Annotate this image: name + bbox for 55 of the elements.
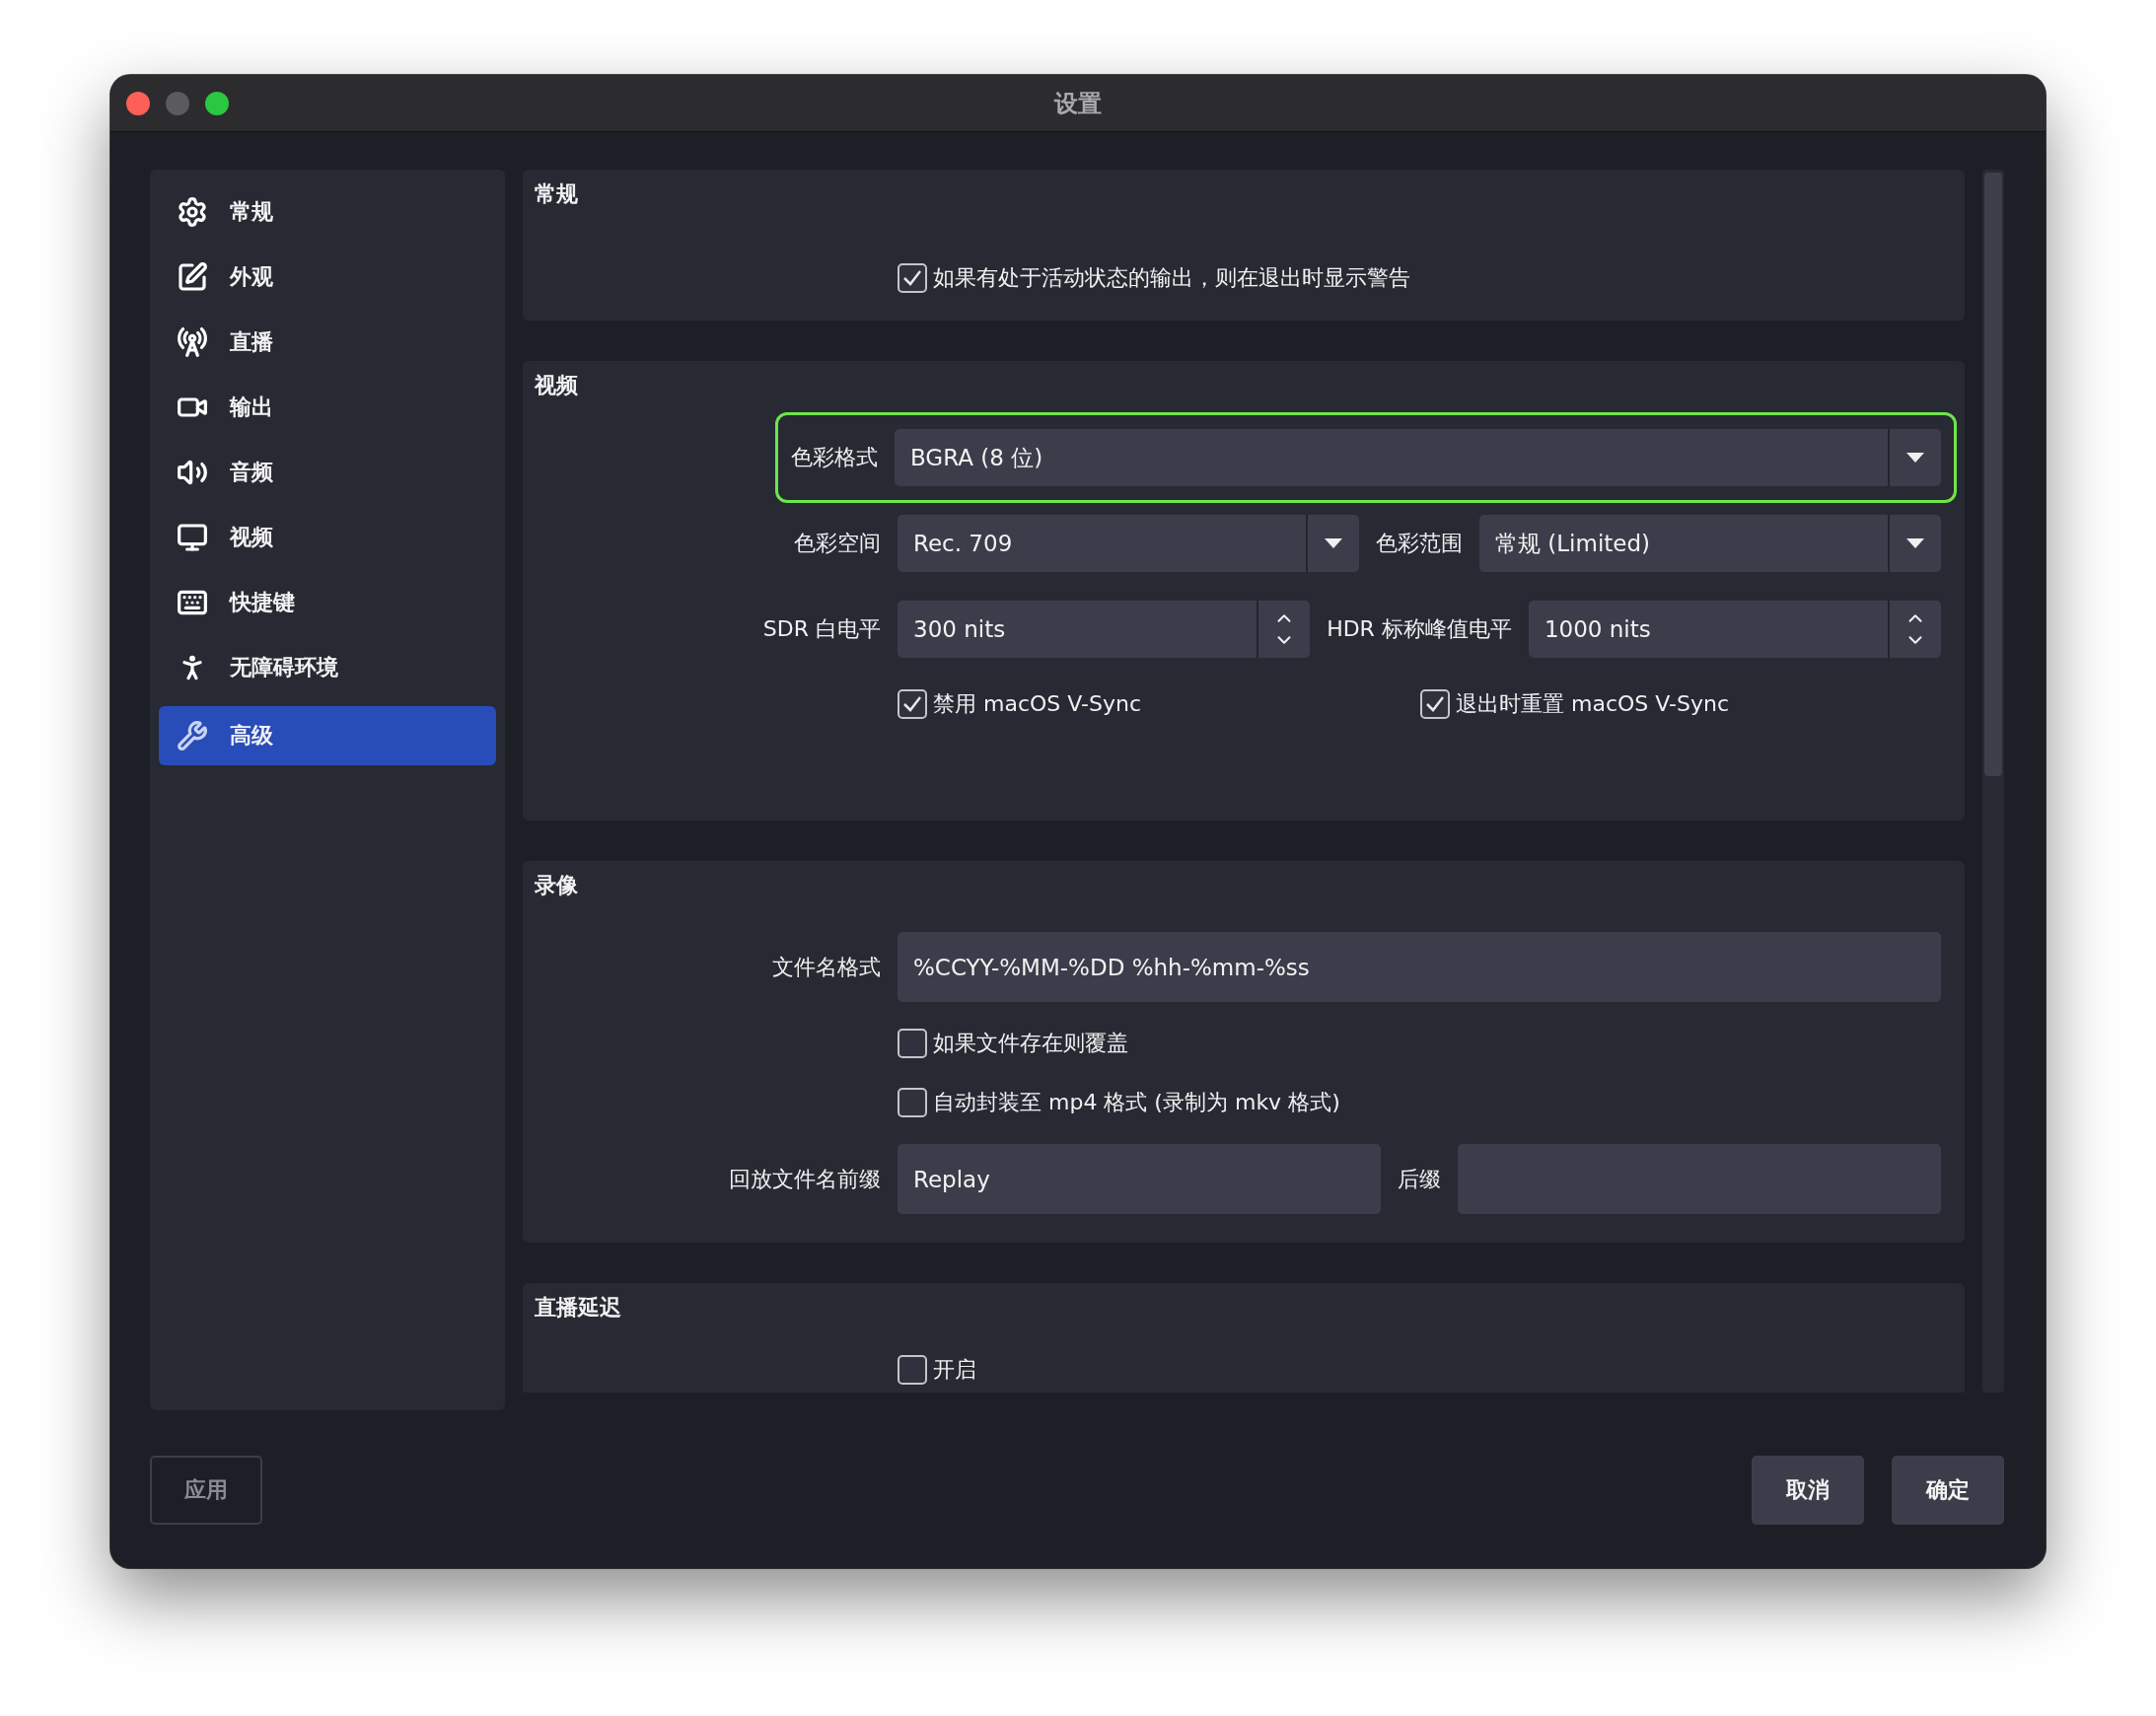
checkbox[interactable] <box>898 263 927 293</box>
sidebar-item[interactable]: 音频 <box>159 440 496 505</box>
checkbox[interactable] <box>898 1088 927 1117</box>
field-label: 色彩范围 <box>1376 530 1463 557</box>
checkbox-label: 退出时重置 macOS V-Sync <box>1456 690 1729 718</box>
dropdown-arrow-icon <box>1325 538 1342 548</box>
sidebar-item[interactable]: 视频 <box>159 505 496 570</box>
input-field[interactable]: Replay <box>898 1144 1381 1214</box>
checkbox-label: 开启 <box>933 1356 976 1384</box>
dropdown[interactable]: Rec. 709 <box>898 515 1359 572</box>
checkbox[interactable] <box>898 1029 927 1058</box>
dropdown[interactable]: BGRA (8 位) <box>895 429 1941 486</box>
field-label: 文件名格式 <box>771 953 881 981</box>
dropdown-arrow-icon <box>1906 538 1924 548</box>
gear-icon <box>177 196 208 228</box>
spin-box[interactable]: 1000 nits <box>1528 601 1941 658</box>
section-title: 视频 <box>535 372 579 399</box>
field-label: 色彩格式 <box>791 444 878 471</box>
field-label: 回放文件名前缀 <box>728 1165 881 1193</box>
spin-box[interactable]: 300 nits <box>898 601 1311 658</box>
sidebar-item[interactable]: 无障碍环境 <box>159 635 496 700</box>
section-title: 录像 <box>535 872 579 899</box>
checkbox-label: 如果文件存在则覆盖 <box>933 1030 1128 1057</box>
sidebar-item[interactable]: 快捷键 <box>159 570 496 635</box>
field-label: 后缀 <box>1398 1165 1441 1193</box>
sidebar-item[interactable]: 输出 <box>159 375 496 440</box>
checkbox[interactable] <box>898 1355 927 1385</box>
antenna-icon <box>177 326 208 358</box>
checkbox-label: 禁用 macOS V-Sync <box>933 690 1141 718</box>
input-field[interactable]: %CCYY-%MM-%DD %hh-%mm-%ss <box>898 932 1941 1002</box>
pen-square-icon <box>177 261 208 293</box>
checkbox-label: 如果有处于活动状态的输出，则在退出时显示警告 <box>933 264 1410 292</box>
section-title: 常规 <box>535 180 579 208</box>
dialog-button[interactable]: 确定 <box>1892 1456 2004 1525</box>
monitor-icon <box>177 522 208 553</box>
checkbox[interactable] <box>898 689 927 719</box>
dropdown[interactable]: 常规 (Limited) <box>1479 515 1941 572</box>
checkbox[interactable] <box>1420 689 1450 719</box>
close-button[interactable] <box>126 91 150 115</box>
window-title: 设置 <box>1054 88 1102 119</box>
field-label: HDR 标称峰值电平 <box>1327 615 1512 643</box>
sidebar-item[interactable]: 高级 <box>159 706 496 765</box>
dialog-button[interactable]: 取消 <box>1752 1456 1864 1525</box>
sidebar-item[interactable]: 外观 <box>159 245 496 310</box>
sidebar-item[interactable]: 直播 <box>159 310 496 375</box>
scrollbar-thumb[interactable] <box>1984 173 2002 776</box>
section-title: 直播延迟 <box>535 1294 622 1322</box>
field-label: SDR 白电平 <box>761 615 881 643</box>
dropdown-arrow-icon <box>1906 453 1924 463</box>
checkbox-label: 自动封装至 mp4 格式 (录制为 mkv 格式) <box>933 1089 1340 1116</box>
wrench-icon <box>177 720 208 751</box>
sidebar-item[interactable]: 常规 <box>159 179 496 245</box>
field-label: 色彩空间 <box>793 530 881 557</box>
scrollbar-track[interactable] <box>1982 170 2004 1393</box>
zoom-button[interactable] <box>205 91 229 115</box>
